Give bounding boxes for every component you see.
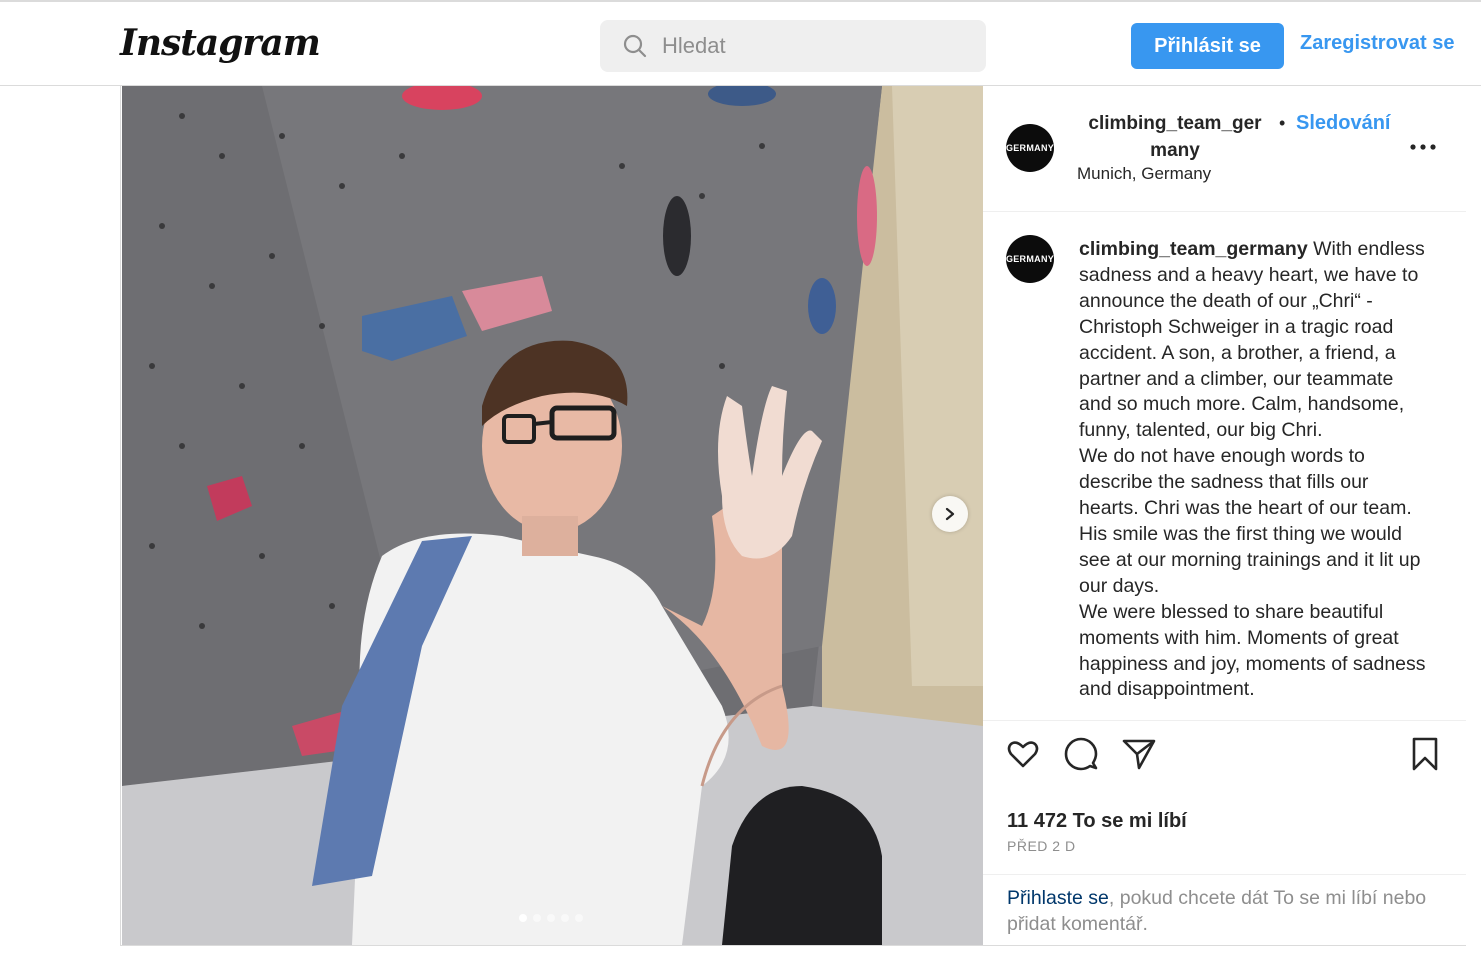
carousel-dots (519, 914, 583, 922)
location-link[interactable]: Munich, Germany (1077, 164, 1211, 184)
avatar[interactable]: GERMANY (1006, 235, 1054, 283)
login-prompt: Přihlaste se, pokud chcete dát To se mi … (983, 874, 1466, 945)
follow-button[interactable]: Sledování (1296, 110, 1390, 137)
instagram-logo[interactable]: Instagram (120, 22, 321, 64)
post-timestamp[interactable]: PŘED 2 D (1007, 838, 1076, 854)
post-header: GERMANY climbing_team_ger many • Sledová… (983, 86, 1466, 212)
login-prompt-link[interactable]: Přihlaste se (1007, 887, 1109, 909)
search-icon (623, 34, 647, 58)
avatar[interactable]: GERMANY (1006, 124, 1054, 172)
likes-count[interactable]: 11 472 To se mi líbí (1007, 810, 1187, 833)
carousel-dot (547, 914, 555, 922)
caption-text: With endless sadness and a heavy heart, … (1079, 238, 1426, 701)
post-actions (983, 722, 1466, 782)
chevron-right-icon (945, 507, 955, 521)
carousel-dot (575, 914, 583, 922)
search-input[interactable] (662, 30, 962, 62)
comment-icon[interactable] (1063, 736, 1099, 772)
climber-photo-illustration (122, 86, 983, 945)
username-link[interactable]: climbing_team_ger many (1077, 110, 1273, 164)
search-box[interactable] (600, 20, 986, 72)
share-icon[interactable] (1121, 736, 1157, 772)
carousel-dot (519, 914, 527, 922)
more-options-icon[interactable] (1407, 138, 1439, 156)
next-photo-button[interactable] (932, 496, 968, 532)
caption-username[interactable]: climbing_team_germany (1079, 238, 1308, 260)
caption-section[interactable]: GERMANY climbing_team_germany With endle… (983, 213, 1466, 721)
bookmark-icon[interactable] (1407, 736, 1443, 772)
register-link[interactable]: Zaregistrovat se (1300, 32, 1455, 55)
post-caption: climbing_team_germany With endless sadne… (1079, 237, 1431, 703)
post-photo[interactable] (122, 86, 983, 945)
carousel-dot (561, 914, 569, 922)
top-navbar: Instagram Přihlásit se Zaregistrovat se (0, 0, 1481, 86)
separator-bullet: • (1279, 113, 1286, 133)
post-container: GERMANY climbing_team_ger many • Sledová… (120, 86, 1466, 946)
heart-icon[interactable] (1005, 736, 1041, 772)
post-side-panel: GERMANY climbing_team_ger many • Sledová… (983, 86, 1466, 945)
login-button[interactable]: Přihlásit se (1131, 23, 1284, 69)
carousel-dot (533, 914, 541, 922)
